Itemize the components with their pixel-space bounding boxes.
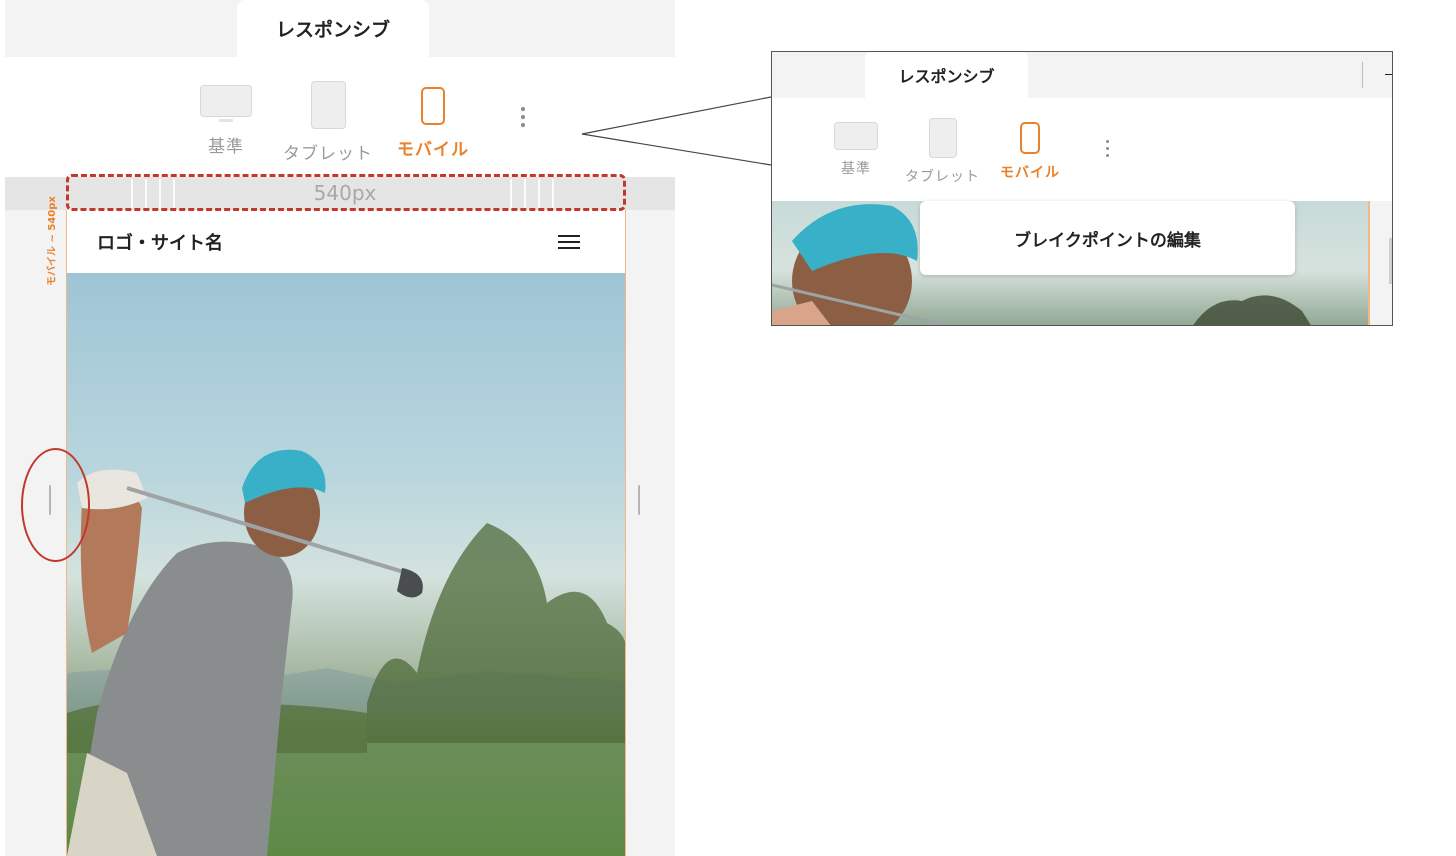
callout-device-toolbar: 基準 タブレット モバイル: [772, 98, 1392, 201]
callout-device-button-mobile[interactable]: モバイル: [1000, 118, 1060, 182]
vertical-dots-icon[interactable]: [1106, 140, 1110, 160]
callout-tab-responsive[interactable]: レスポンシブ: [865, 52, 1028, 98]
minimize-icon[interactable]: [1385, 74, 1392, 75]
scrollbar-thumb[interactable]: [1389, 238, 1392, 284]
tab-separator: [1362, 62, 1363, 88]
callout-tab-strip: レスポンシブ: [772, 52, 1392, 98]
callout-device-label-tablet: タブレット: [905, 169, 980, 185]
callout-device-button-tablet[interactable]: タブレット: [905, 118, 980, 186]
callout-device-label-desktop: 基準: [841, 161, 871, 177]
mobile-icon: [1020, 122, 1040, 154]
callout-device-label-mobile: モバイル: [1000, 165, 1060, 181]
callout-device-button-desktop[interactable]: 基準: [834, 118, 878, 178]
desktop-icon: [834, 122, 878, 150]
tablet-icon: [928, 118, 957, 158]
edit-breakpoint-menu-item[interactable]: ブレイクポイントの編集: [920, 201, 1295, 275]
zoom-callout: レスポンシブ 基準 タブレット モバイル ブレイクポイントの編集: [771, 51, 1393, 326]
